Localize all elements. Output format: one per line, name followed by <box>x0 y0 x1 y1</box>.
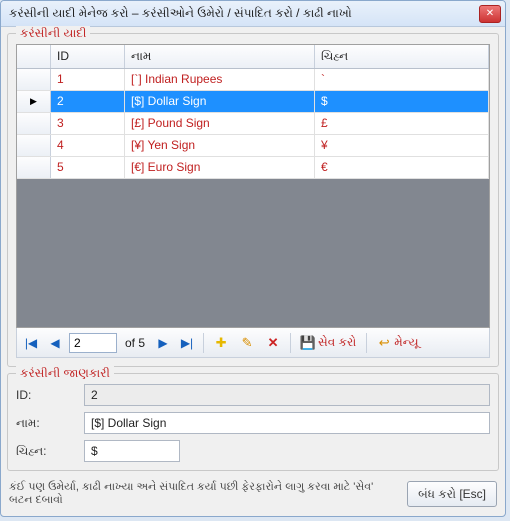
back-arrow-icon: ↩ <box>377 336 391 350</box>
row-header <box>17 113 51 134</box>
close-button[interactable]: બંધ કરો [Esc] <box>407 481 497 507</box>
main-window: કરંસીની યાદી મેનેજ કરો – કરંસીઓને ઉમેરો … <box>0 0 506 517</box>
cell-id: 5 <box>51 157 125 178</box>
title-bar: કરંસીની યાદી મેનેજ કરો – કરંસીઓને ઉમેરો … <box>1 1 505 27</box>
save-label: સેવ કરો <box>318 335 356 350</box>
currency-details-group: કરંસીની જાણકારી ID: 2 નામ: [$] Dollar Si… <box>7 373 499 471</box>
currency-list-group: કરંસીની યાદી ID નામ ચિહ્ન 1[`] Indian Ru… <box>7 33 499 367</box>
row-header <box>17 69 51 90</box>
cell-sign: $ <box>315 91 489 112</box>
menu-label: મેન્યૂ <box>394 335 418 350</box>
grid-body: 1[`] Indian Rupees`2[$] Dollar Sign$3[£]… <box>17 69 489 179</box>
row-header <box>17 157 51 178</box>
nav-current-input[interactable] <box>69 333 117 353</box>
cell-name: [`] Indian Rupees <box>125 69 315 90</box>
save-button[interactable]: 💾 સેવ કરો <box>297 332 360 354</box>
nav-of-text: of 5 <box>121 336 149 350</box>
column-sign[interactable]: ચિહ્ન <box>315 45 489 68</box>
edit-button[interactable]: ✎ <box>236 332 258 354</box>
column-rowselector <box>17 45 51 68</box>
cell-id: 1 <box>51 69 125 90</box>
currency-grid: ID નામ ચિહ્ન 1[`] Indian Rupees`2[$] Dol… <box>16 44 490 328</box>
delete-icon: ✕ <box>266 336 280 350</box>
cell-id: 2 <box>51 91 125 112</box>
nav-prev-icon[interactable]: ◀ <box>45 333 65 353</box>
record-navigator: |◀ ◀ of 5 ▶ ▶| ✚ ✎ ✕ 💾 સેવ કરો ↩ મેન્યૂ <box>16 328 490 358</box>
plus-icon: ✚ <box>214 336 228 350</box>
row-header <box>17 91 51 112</box>
row-header <box>17 135 51 156</box>
cell-sign: € <box>315 157 489 178</box>
table-row[interactable]: 2[$] Dollar Sign$ <box>17 91 489 113</box>
id-field: 2 <box>84 384 490 406</box>
menu-button[interactable]: ↩ મેન્યૂ <box>373 332 422 354</box>
footer-hint: કંઈ પણ ઉમેર્યા, કાઢી નાખ્યા અને સંપાદિત … <box>9 481 399 507</box>
currency-details-title: કરંસીની જાણકારી <box>16 366 114 381</box>
save-icon: 💾 <box>301 336 315 350</box>
cell-name: [£] Pound Sign <box>125 113 315 134</box>
table-row[interactable]: 4[¥] Yen Sign¥ <box>17 135 489 157</box>
add-button[interactable]: ✚ <box>210 332 232 354</box>
cell-id: 4 <box>51 135 125 156</box>
nav-last-icon[interactable]: ▶| <box>177 333 197 353</box>
cell-sign: £ <box>315 113 489 134</box>
currency-list-title: કરંસીની યાદી <box>16 26 90 41</box>
nav-next-icon[interactable]: ▶ <box>153 333 173 353</box>
pencil-icon: ✎ <box>240 336 254 350</box>
table-row[interactable]: 3[£] Pound Sign£ <box>17 113 489 135</box>
nav-first-icon[interactable]: |◀ <box>21 333 41 353</box>
table-row[interactable]: 5[€] Euro Sign€ <box>17 157 489 179</box>
cell-id: 3 <box>51 113 125 134</box>
name-label: નામ: <box>16 416 78 431</box>
cell-sign: ` <box>315 69 489 90</box>
cell-name: [€] Euro Sign <box>125 157 315 178</box>
column-name[interactable]: નામ <box>125 45 315 68</box>
grid-header: ID નામ ચિહ્ન <box>17 45 489 69</box>
cell-name: [$] Dollar Sign <box>125 91 315 112</box>
table-row[interactable]: 1[`] Indian Rupees` <box>17 69 489 91</box>
cell-sign: ¥ <box>315 135 489 156</box>
cell-name: [¥] Yen Sign <box>125 135 315 156</box>
column-id[interactable]: ID <box>51 45 125 68</box>
id-label: ID: <box>16 388 78 402</box>
footer: કંઈ પણ ઉમેર્યા, કાઢી નાખ્યા અને સંપાદિત … <box>7 477 499 509</box>
window-title: કરંસીની યાદી મેનેજ કરો – કરંસીઓને ઉમેરો … <box>9 6 479 21</box>
close-icon[interactable]: ✕ <box>479 5 501 23</box>
name-field[interactable]: [$] Dollar Sign <box>84 412 490 434</box>
delete-button[interactable]: ✕ <box>262 332 284 354</box>
sign-field[interactable]: $ <box>84 440 180 462</box>
sign-label: ચિહ્ન: <box>16 444 78 459</box>
